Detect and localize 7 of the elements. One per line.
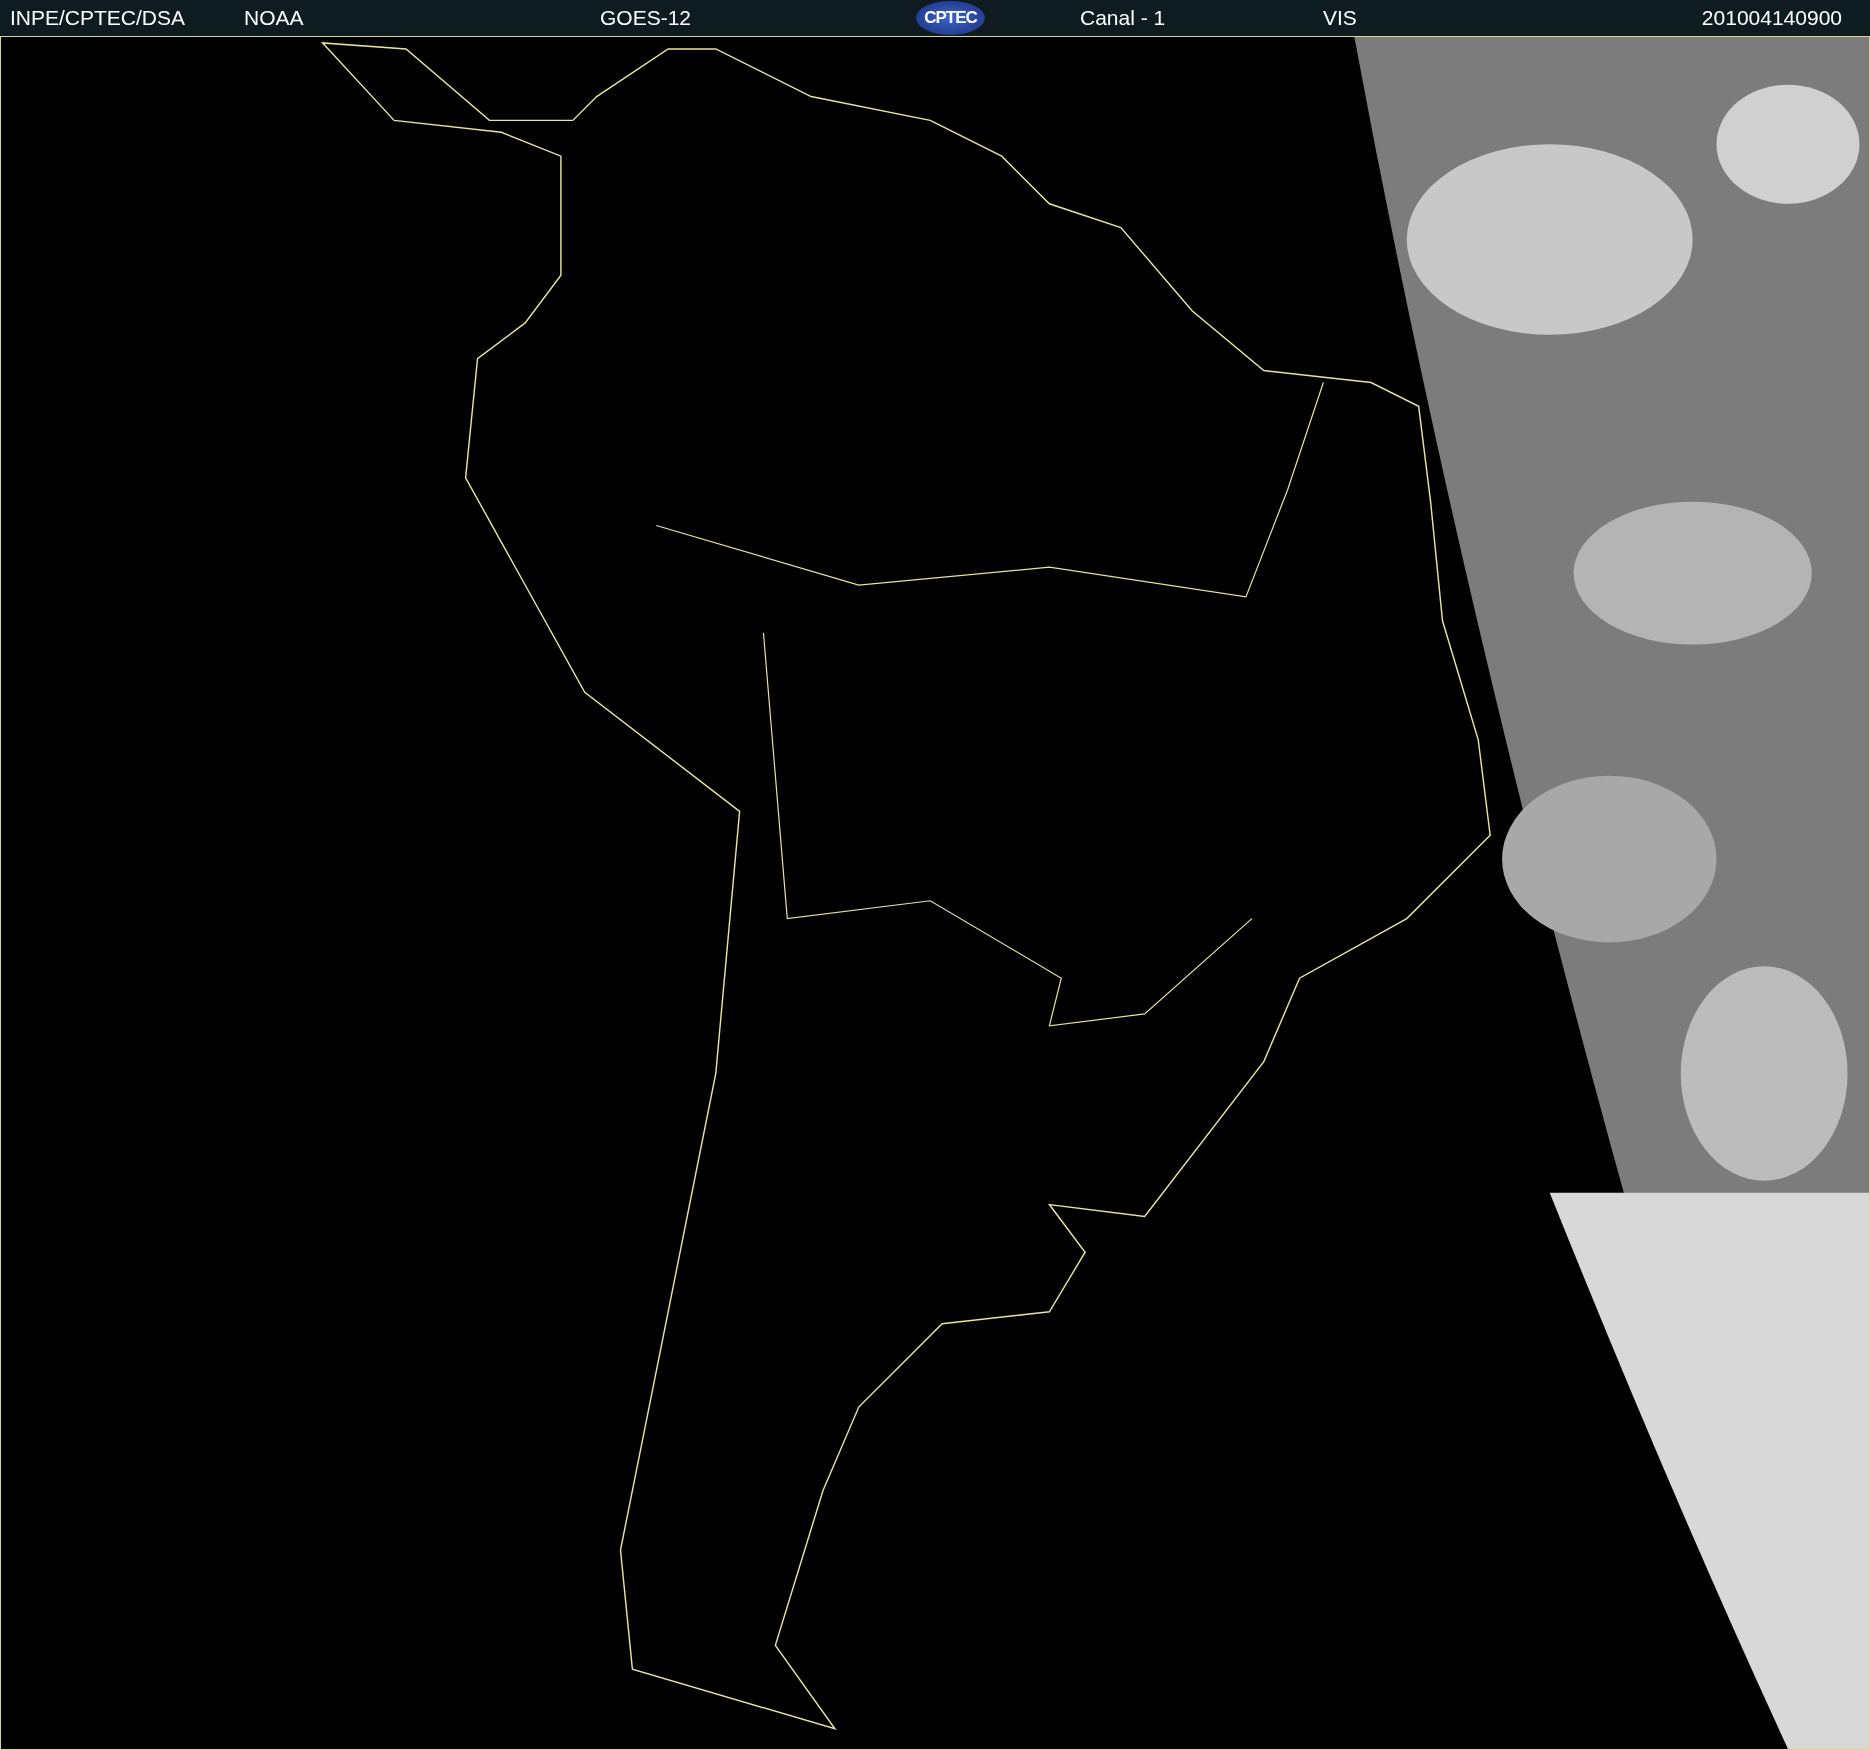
header-label: INPE/CPTEC/DSA: [10, 5, 187, 32]
header-label: GOES-12: [600, 5, 693, 32]
timestamp: 201004140900: [1701, 5, 1842, 32]
channel-label: VIS: [1323, 5, 1358, 32]
channel-label: Canal - 1: [1080, 5, 1167, 32]
logo: CPTEC: [916, 1, 985, 35]
header-label: NOAA: [244, 5, 305, 32]
